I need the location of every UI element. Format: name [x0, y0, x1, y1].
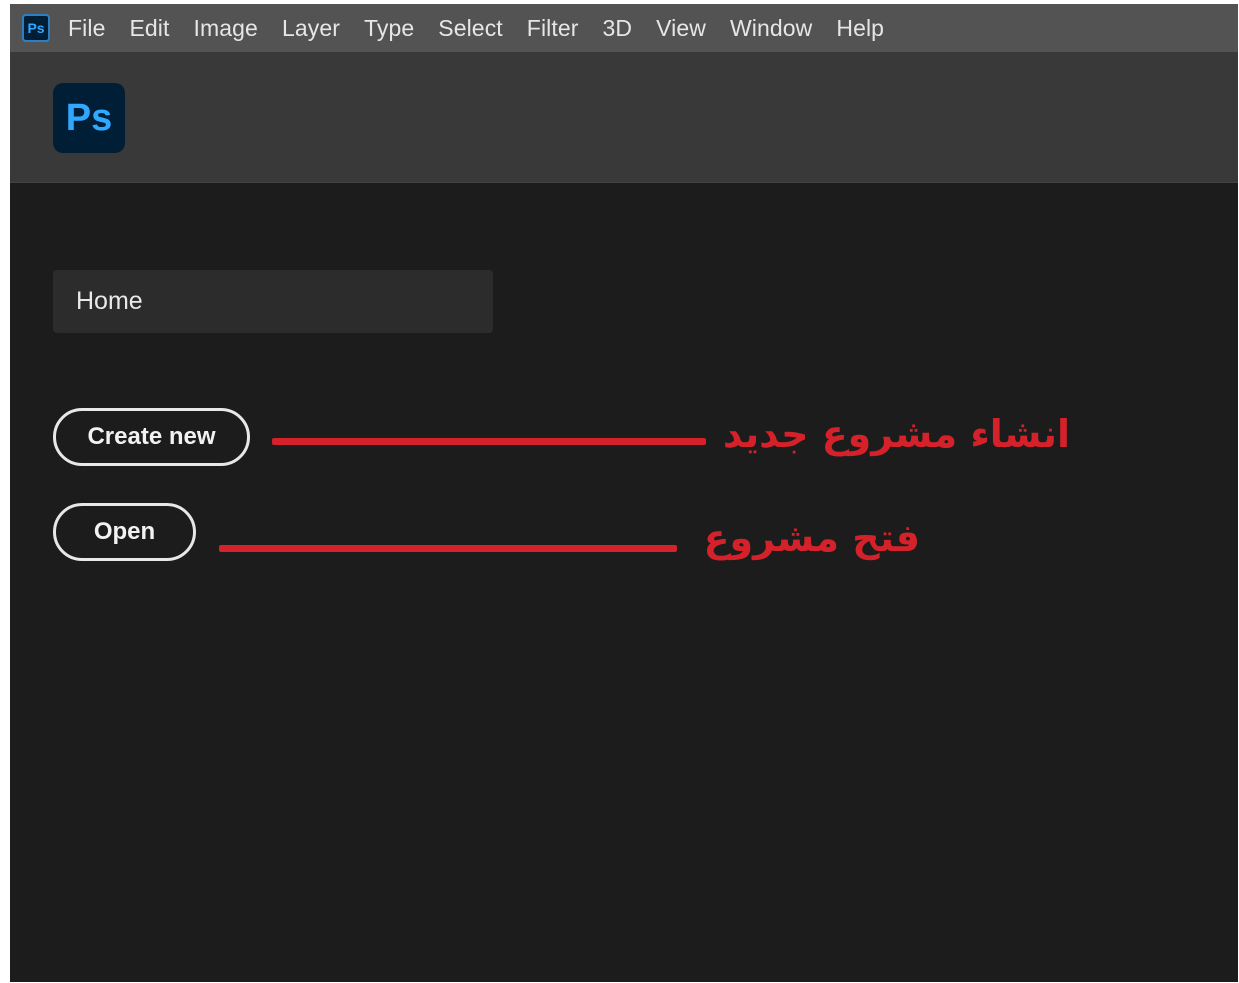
menu-bar: Ps File Edit Image Layer Type Select Fil… [10, 4, 1238, 52]
create-new-annotation-line [272, 438, 706, 445]
open-button[interactable]: Open [53, 503, 196, 561]
menu-help[interactable]: Help [836, 15, 884, 42]
photoshop-logo: Ps [53, 83, 125, 153]
create-new-button[interactable]: Create new [53, 408, 250, 466]
create-new-annotation-text: انشاء مشروع جديد [722, 412, 1070, 456]
home-tab[interactable]: Home [53, 270, 493, 333]
menu-layer[interactable]: Layer [282, 15, 340, 42]
menu-filter[interactable]: Filter [527, 15, 579, 42]
photoshop-app-icon[interactable]: Ps [22, 14, 50, 42]
menu-edit[interactable]: Edit [129, 15, 169, 42]
menu-image[interactable]: Image [194, 15, 258, 42]
menu-select[interactable]: Select [438, 15, 503, 42]
open-annotation-text: فتح مشروع [703, 516, 920, 560]
menu-view[interactable]: View [656, 15, 706, 42]
home-header: Ps [10, 52, 1238, 183]
menu-window[interactable]: Window [730, 15, 812, 42]
menu-3d[interactable]: 3D [603, 15, 633, 42]
photoshop-window: Ps File Edit Image Layer Type Select Fil… [10, 4, 1238, 982]
menu-file[interactable]: File [68, 15, 105, 42]
menu-list: File Edit Image Layer Type Select Filter… [68, 15, 908, 42]
open-annotation-line [219, 545, 677, 552]
menu-type[interactable]: Type [364, 15, 414, 42]
